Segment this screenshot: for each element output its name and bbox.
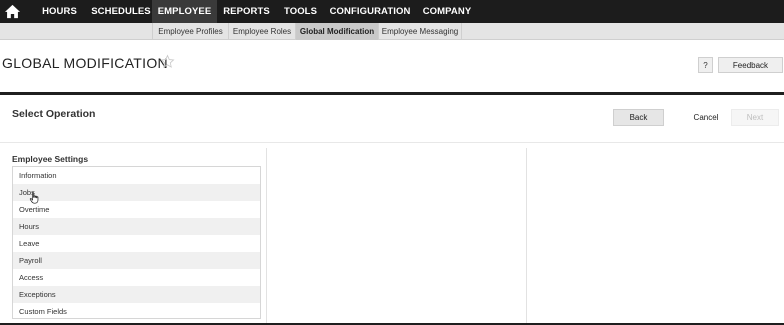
nav-hours[interactable]: HOURS bbox=[24, 0, 95, 23]
nav-company[interactable]: COMPANY bbox=[416, 0, 478, 23]
nav-tools[interactable]: TOOLS bbox=[277, 0, 324, 23]
section-divider bbox=[0, 142, 784, 143]
subnav-employee-roles[interactable]: Employee Roles bbox=[228, 23, 295, 40]
nav-reports[interactable]: REPORTS bbox=[219, 0, 274, 23]
panel-separator bbox=[266, 148, 267, 325]
operation-title: Select Operation bbox=[12, 108, 96, 120]
subnav-global-modification[interactable]: Global Modification bbox=[295, 23, 378, 40]
nav-schedules[interactable]: SCHEDULES bbox=[90, 0, 152, 23]
list-item-hours[interactable]: Hours bbox=[13, 218, 260, 235]
settings-list: Information Jobs Overtime Hours Leave Pa… bbox=[12, 166, 261, 319]
cancel-button[interactable]: Cancel bbox=[686, 109, 726, 126]
sub-nav: Employee Profiles Employee Roles Global … bbox=[0, 23, 784, 40]
list-item-exceptions[interactable]: Exceptions bbox=[13, 286, 260, 303]
feedback-button[interactable]: Feedback bbox=[718, 57, 783, 73]
hand-cursor-icon bbox=[29, 192, 39, 204]
list-item-access[interactable]: Access bbox=[13, 269, 260, 286]
header-divider bbox=[0, 92, 784, 95]
list-item-overtime[interactable]: Overtime bbox=[13, 201, 260, 218]
home-icon bbox=[4, 4, 20, 19]
next-button[interactable]: Next bbox=[731, 109, 779, 126]
list-item-jobs[interactable]: Jobs bbox=[13, 184, 260, 201]
page-title: GLOBAL MODIFICATION bbox=[2, 55, 168, 71]
home-button[interactable] bbox=[0, 0, 24, 23]
subnav-employee-messaging[interactable]: Employee Messaging bbox=[378, 23, 462, 40]
nav-configuration[interactable]: CONFIGURATION bbox=[324, 0, 416, 23]
list-item-payroll[interactable]: Payroll bbox=[13, 252, 260, 269]
panel-separator bbox=[526, 148, 527, 325]
settings-title: Employee Settings bbox=[12, 154, 89, 164]
list-item-leave[interactable]: Leave bbox=[13, 235, 260, 252]
list-item-information[interactable]: Information bbox=[13, 167, 260, 184]
subnav-employee-profiles[interactable]: Employee Profiles bbox=[152, 23, 228, 40]
back-button[interactable]: Back bbox=[613, 109, 664, 126]
list-item-custom-fields[interactable]: Custom Fields bbox=[13, 303, 260, 320]
nav-employee[interactable]: EMPLOYEE bbox=[152, 0, 217, 23]
top-nav: HOURS SCHEDULES EMPLOYEE REPORTS TOOLS C… bbox=[0, 0, 784, 23]
star-icon[interactable] bbox=[160, 54, 175, 69]
help-button[interactable]: ? bbox=[698, 57, 713, 73]
